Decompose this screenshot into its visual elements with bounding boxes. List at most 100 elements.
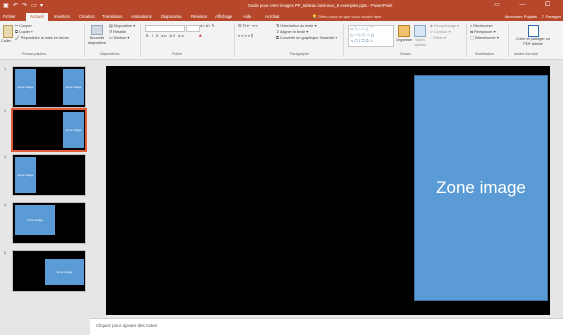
find-button[interactable]: ⌕ Rechercher (470, 24, 493, 29)
layout-button[interactable]: ▤ Disposition ▾ (109, 24, 135, 29)
customize-toolbar-icon[interactable]: ▾ (40, 2, 43, 10)
tab-transitions[interactable]: Transitions (102, 13, 122, 21)
shapes-gallery[interactable]: ▭ ╲ ○ □ △ ⌒ △ ⌐ ◇ ⬡ ☆ {} ↘ ⬠ ⟨ ⎕ ⬭ ⊃ (348, 25, 394, 47)
slide-number: 2 (4, 108, 7, 113)
tab-animations[interactable]: Animations (131, 13, 152, 21)
tab-acrobat[interactable]: Acrobat (265, 13, 279, 21)
align-text-button[interactable]: ⇕ Aligner le texte ▾ (276, 30, 308, 35)
divider (234, 24, 235, 57)
slide-thumbnails-pane: 1 Zone image Zone image 2 Zone image 3 Z… (0, 60, 90, 334)
section-label: Section (113, 36, 127, 40)
font-family-select[interactable] (145, 25, 185, 32)
thumbnail-placeholder: Zone image (63, 69, 84, 105)
arrange-button[interactable]: Organiser (396, 38, 413, 43)
share-label: Partager (545, 14, 561, 19)
group-font: Police (172, 52, 182, 56)
thumbnail-placeholder: Zone image (15, 157, 36, 193)
shape-fill-label: Remplissage (433, 24, 456, 28)
tab-design[interactable]: Création (79, 13, 95, 21)
arrange-icon[interactable] (398, 25, 410, 37)
slide-thumbnail-2[interactable]: Zone image (11, 108, 87, 152)
tell-me-search[interactable]: 💡 Dites-nous ce que vous voulez faire (312, 13, 381, 21)
create-pdf-button[interactable]: Créer et partager un PDF Adobe (512, 37, 554, 46)
undo-icon[interactable]: ↶ (13, 2, 18, 10)
slide-canvas[interactable]: Zone image (106, 66, 550, 315)
text-direction-button[interactable]: ⇅ Orientation du texte ▾ (276, 24, 316, 29)
tab-file[interactable]: Fichier (3, 13, 16, 21)
window-title: Guide pour créer images PP_tableau lumin… (247, 3, 393, 8)
section-button[interactable]: ▭ Section ▾ (109, 36, 129, 41)
share-icon: ⇪ (541, 14, 545, 19)
shape-effects-button[interactable]: ◌ Effets ▾ (430, 36, 446, 41)
font-size-buttons[interactable]: A˄ A˅ ✎ (200, 24, 215, 29)
copy-button[interactable]: ⧉ Copier ▾ (15, 30, 33, 35)
group-adobe: Adobe Acrobat (514, 52, 538, 56)
thumbnail-placeholder: Zone image (15, 69, 36, 105)
paste-button[interactable]: Coller (1, 39, 11, 44)
shape-outline-button[interactable]: ▱ Contour ▾ (430, 30, 450, 35)
shape-outline-label: Contour (433, 30, 448, 34)
quick-styles-icon[interactable] (414, 25, 426, 37)
smartart-label: Convertir en graphique SmartArt (279, 36, 335, 40)
slide-thumbnail-1[interactable]: Zone image Zone image (12, 66, 86, 108)
tab-help[interactable]: Aide (243, 13, 251, 21)
align-text-label: Aligner le texte (280, 30, 306, 34)
shapes-icon: ▭ ╲ ○ □ △ ⌒ △ ⌐ ◇ ⬡ ☆ {} ↘ ⬠ ⟨ ⎕ ⬭ ⊃ (350, 26, 374, 43)
group-drawing: Dessin (400, 52, 411, 56)
slide-number: 5 (4, 250, 7, 255)
redo-icon[interactable]: ↷ (22, 2, 27, 10)
layout-label: Disposition (113, 24, 133, 28)
group-editing: Modification (475, 52, 495, 56)
user-name[interactable]: Alexandre Pujadis (505, 13, 537, 21)
divider (508, 24, 509, 57)
cut-label: Couper (19, 24, 32, 28)
format-painter-label: Reproduire la mise en forme (20, 36, 69, 40)
new-slide-button[interactable]: Nouvelle diapositive (87, 36, 107, 46)
tab-review[interactable]: Révision (191, 13, 207, 21)
divider (140, 24, 141, 57)
select-button[interactable]: ⬚ Sélectionner ▾ (470, 36, 499, 41)
image-placeholder[interactable]: Zone image (414, 75, 548, 301)
quick-styles-button[interactable]: Styles rapides (412, 38, 428, 48)
replace-label: Remplacer (474, 30, 493, 34)
font-color-icon[interactable]: A (199, 34, 202, 39)
replace-button[interactable]: ⇆ Remplacer ▾ (470, 30, 496, 35)
pdf-icon[interactable] (528, 25, 539, 37)
select-label: Sélectionner (474, 36, 496, 40)
ribbon: Coller ✂ Couper ⧉ Copier ▾ 🖌 Reproduire … (0, 21, 563, 60)
divider (343, 24, 344, 57)
slide-thumbnail-3[interactable]: Zone image (12, 154, 86, 196)
slide-number: 3 (4, 154, 7, 159)
tab-slideshow[interactable]: Diaporama (161, 13, 181, 21)
paste-icon[interactable] (3, 25, 13, 38)
start-slideshow-icon[interactable]: ▭ (31, 2, 37, 10)
font-format-buttons[interactable]: B I S ab AV Aa (146, 34, 185, 39)
slide-number: 4 (4, 202, 7, 207)
notes-placeholder: Cliquez pour ajouter des notes (96, 323, 158, 328)
slide-thumbnail-4[interactable]: Zone image (12, 202, 86, 244)
thumbnail-placeholder: Zone image (15, 205, 55, 235)
format-painter-button[interactable]: 🖌 Reproduire la mise en forme (15, 36, 69, 41)
smartart-button[interactable]: ⧉ Convertir en graphique SmartArt ▾ (276, 36, 337, 41)
font-size-select[interactable] (186, 25, 200, 32)
reset-label: Rétablir (113, 30, 127, 34)
notes-pane[interactable]: Cliquez pour ajouter des notes (90, 318, 563, 335)
shape-fill-button[interactable]: ◈ Remplissage ▾ (430, 24, 459, 29)
save-icon[interactable]: ▣ (3, 2, 9, 10)
tab-view[interactable]: Affichage (215, 13, 232, 21)
reset-button[interactable]: ↺ Rétablir (109, 30, 126, 35)
find-label: Rechercher (473, 24, 493, 28)
thumbnail-placeholder: Zone image (45, 259, 84, 285)
slide-thumbnail-5[interactable]: Zone image (12, 250, 86, 292)
new-slide-icon[interactable] (91, 25, 103, 35)
share-button[interactable]: ⇪ Partager (541, 13, 561, 21)
group-slides: Diapositives (100, 52, 120, 56)
tab-insert[interactable]: Insertion (54, 13, 70, 21)
window-controls[interactable]: ▭ — ⧠ (494, 1, 559, 9)
tab-home[interactable]: Accueil (26, 13, 48, 21)
cut-button[interactable]: ✂ Couper (15, 24, 32, 29)
align-buttons[interactable]: ≡ ≡ ≡ ≡ ⫼ (238, 34, 253, 39)
title-bar: ▣ ↶ ↷ ▭ ▾ Guide pour créer images PP_tab… (0, 0, 563, 12)
list-buttons[interactable]: ☰ ☷ ⇤ ⇥ ≡ (238, 24, 258, 29)
text-direction-label: Orientation du texte (280, 24, 314, 28)
